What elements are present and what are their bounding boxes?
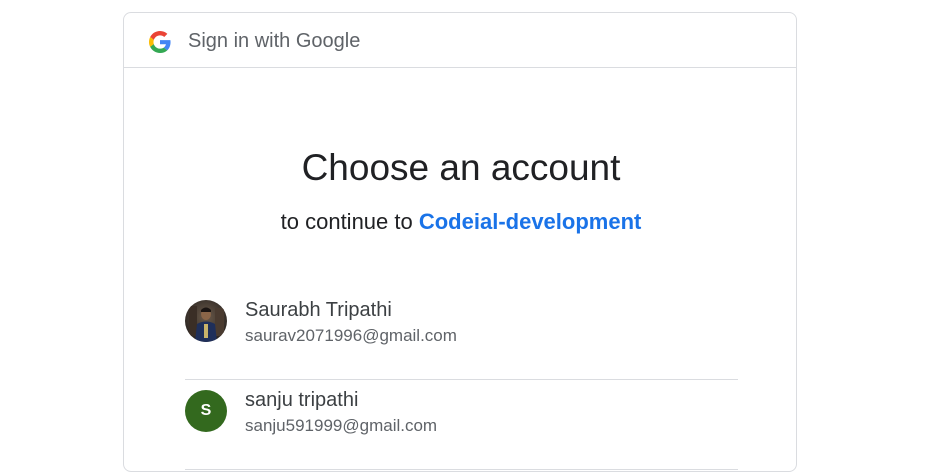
account-name: sanju tripathi <box>245 389 359 411</box>
sign-in-card: Sign in with Google Choose an account to… <box>123 12 797 472</box>
account-email: sanju591999@gmail.com <box>245 416 438 435</box>
account-email: saurav2071996@gmail.com <box>245 326 457 345</box>
profile-photo-icon <box>185 300 227 342</box>
avatar-letter: S <box>185 390 227 432</box>
subtitle: to continue to Codeial-development <box>124 209 798 235</box>
header-title: Sign in with Google <box>188 30 361 52</box>
account-list: Saurabh Tripathi saurav2071996@gmail.com… <box>185 290 738 470</box>
card-header: Sign in with Google <box>124 13 796 68</box>
app-name-link[interactable]: Codeial-development <box>419 209 641 234</box>
avatar-photo <box>185 300 227 342</box>
account-item-saurabh[interactable]: Saurabh Tripathi saurav2071996@gmail.com <box>185 290 738 380</box>
account-name: Saurabh Tripathi <box>245 299 392 321</box>
page-title: Choose an account <box>301 147 621 188</box>
subtitle-prefix: to continue to <box>280 209 419 234</box>
google-g-logo-icon <box>149 31 171 53</box>
account-item-sanju[interactable]: S sanju tripathi sanju591999@gmail.com <box>185 380 738 470</box>
